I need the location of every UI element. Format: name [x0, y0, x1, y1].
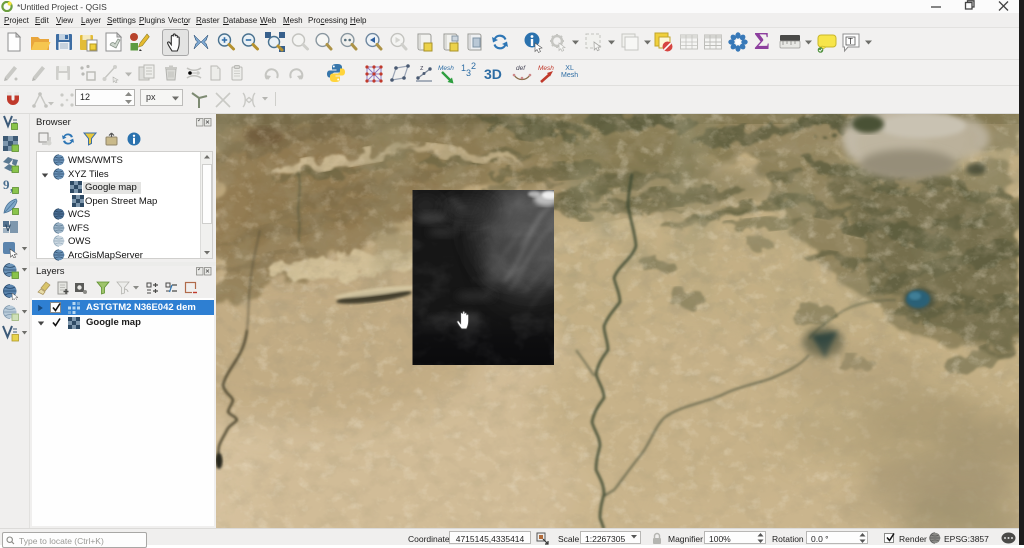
svg-text:V: V	[5, 223, 11, 233]
svg-text:9: 9	[3, 177, 10, 192]
svg-text:Mesh: Mesh	[438, 65, 454, 72]
svg-text:def: def	[516, 65, 526, 72]
svg-text:T: T	[848, 37, 853, 46]
svg-text:Mesh: Mesh	[538, 65, 554, 72]
svg-text:z: z	[420, 65, 424, 72]
